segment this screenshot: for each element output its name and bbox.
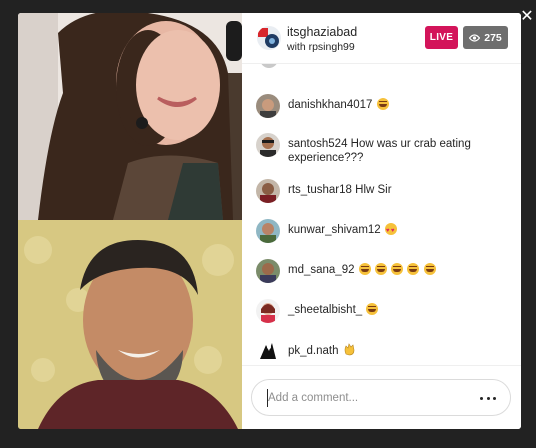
comment-footer [242,365,521,429]
comment-avatar[interactable] [256,179,280,203]
comment-avatar[interactable] [256,94,280,118]
host-subtitle: with rpsingh99 [287,41,355,53]
laughing-emoji-icon [358,263,371,275]
laughing-emoji-icon [374,263,387,275]
comment-avatar[interactable] [256,299,280,323]
live-video[interactable] [18,13,242,429]
comment-avatar[interactable] [256,219,280,243]
comment-input[interactable] [268,389,468,407]
comment-username[interactable]: santosh524 [288,138,347,150]
comment-username[interactable]: rts_tushar18 [288,184,352,196]
close-icon[interactable]: ✕ [520,9,534,25]
viewer-count: 275 [484,31,502,44]
laughing-emoji-icon [376,98,389,110]
live-header: itsghaziabad with rpsingh99 LIVE 275 [242,13,521,64]
comment-avatar[interactable] [256,259,280,283]
comment-item: danishkhan4017 [256,94,506,118]
guest-camera-feed [18,220,242,429]
comment-username[interactable]: pk_d.nath [288,345,339,357]
live-badge: LIVE [425,26,458,49]
laughing-emoji-icon [391,263,404,275]
laughing-emoji-icon [423,263,436,275]
comment-item: _sheetalbisht_ [256,299,506,323]
laughing-emoji-icon [366,303,379,315]
comment-item: kunwar_shivam12 [256,219,506,243]
viewer-count-badge[interactable]: 275 [463,26,508,49]
comment-item: md_sana_92 [256,259,506,283]
more-options-icon[interactable] [480,393,496,403]
comment-text: Hlw Sir [355,184,392,196]
comment-item: pk_d.nath [256,339,506,363]
laughing-emoji-icon [407,263,420,275]
comment-avatar[interactable] [256,133,280,157]
comment-box [251,379,511,416]
live-chat-panel: itsghaziabad with rpsingh99 LIVE 275 dan… [242,13,521,429]
host-camera-feed [18,13,242,220]
eye-icon [469,33,481,42]
host-avatar[interactable] [257,26,281,50]
comment-username[interactable]: kunwar_shivam12 [288,224,381,236]
comment-list[interactable]: danishkhan4017 santosh524 How was ur cra… [242,64,521,365]
comment-avatar[interactable] [256,339,280,363]
comment-item: rts_tushar18 Hlw Sir [256,179,506,203]
comment-username[interactable]: md_sana_92 [288,264,355,276]
clapping-hands-emoji-icon [343,343,356,356]
live-video-modal: itsghaziabad with rpsingh99 LIVE 275 dan… [18,13,521,429]
comment-username[interactable]: _sheetalbisht_ [288,304,362,316]
heart-eyes-emoji-icon [384,223,397,238]
host-username[interactable]: itsghaziabad [287,25,357,39]
comment-item: santosh524 How was ur crab eating experi… [256,133,506,165]
comment-username[interactable]: danishkhan4017 [288,99,372,111]
comment-avatar [260,64,278,68]
